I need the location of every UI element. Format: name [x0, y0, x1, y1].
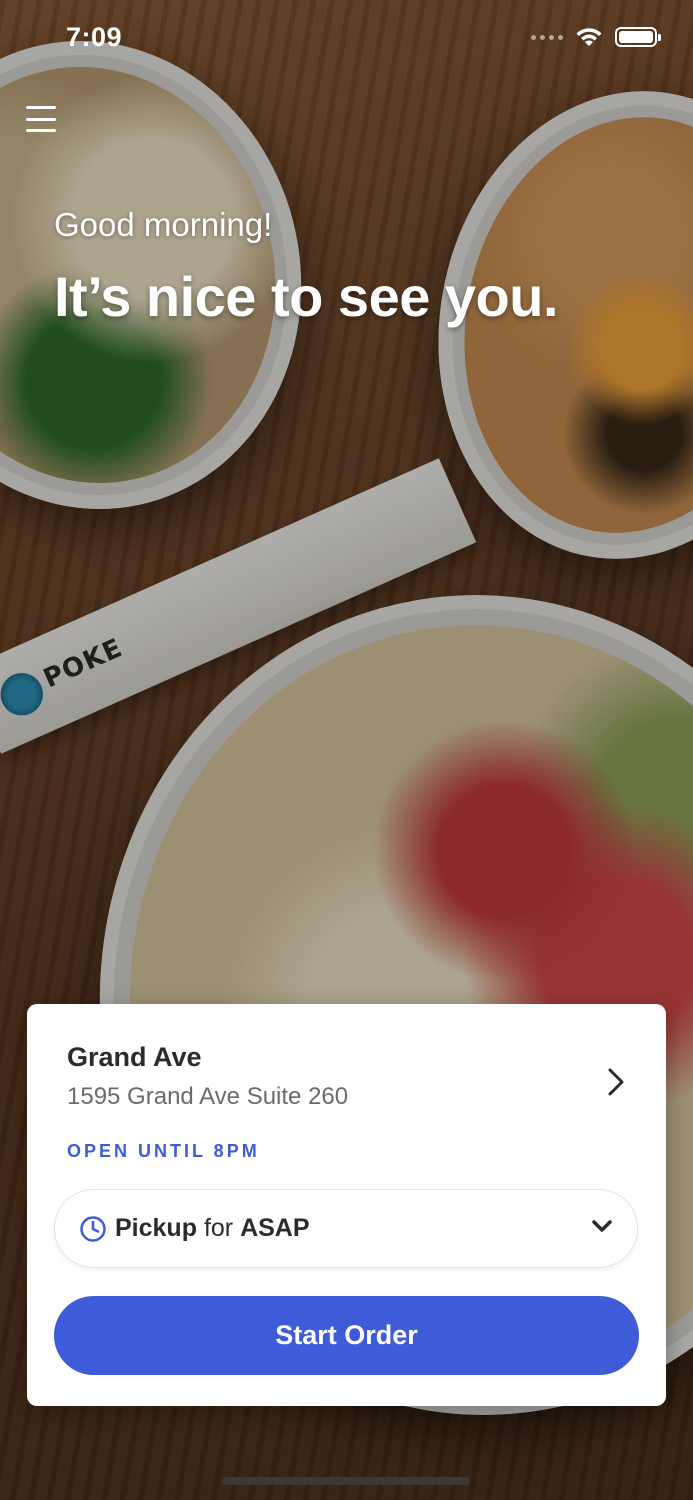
pickup-time-select[interactable]: Pickup for ASAP	[54, 1189, 638, 1268]
order-card: Grand Ave 1595 Grand Ave Suite 260 OPEN …	[27, 1004, 666, 1406]
status-icons	[531, 26, 661, 48]
status-time: 7:09	[66, 22, 123, 52]
start-order-button[interactable]: Start Order	[54, 1296, 639, 1375]
signal-icon	[531, 34, 563, 40]
pickup-mode: Pickup	[115, 1214, 197, 1242]
pickup-text: Pickup for ASAP	[115, 1214, 310, 1243]
greeting-text: Good morning!	[54, 206, 273, 243]
clock-icon	[80, 1215, 106, 1242]
store-hours: OPEN UNTIL 8PM	[67, 1141, 260, 1161]
battery-icon	[615, 27, 661, 47]
location-selector[interactable]: Grand Ave 1595 Grand Ave Suite 260	[67, 1042, 636, 1122]
pickup-connector: for	[203, 1214, 234, 1242]
status-bar: 7:09	[0, 0, 693, 80]
home-indicator	[222, 1477, 470, 1485]
wifi-icon	[575, 26, 603, 48]
chevron-right-icon	[608, 1068, 624, 1096]
location-name: Grand Ave	[67, 1042, 202, 1072]
pickup-time: ASAP	[240, 1214, 310, 1242]
menu-icon[interactable]	[26, 106, 56, 132]
chevron-down-icon	[592, 1220, 612, 1232]
location-address: 1595 Grand Ave Suite 260	[67, 1083, 349, 1110]
headline-text: It’s nice to see you.	[54, 265, 559, 328]
